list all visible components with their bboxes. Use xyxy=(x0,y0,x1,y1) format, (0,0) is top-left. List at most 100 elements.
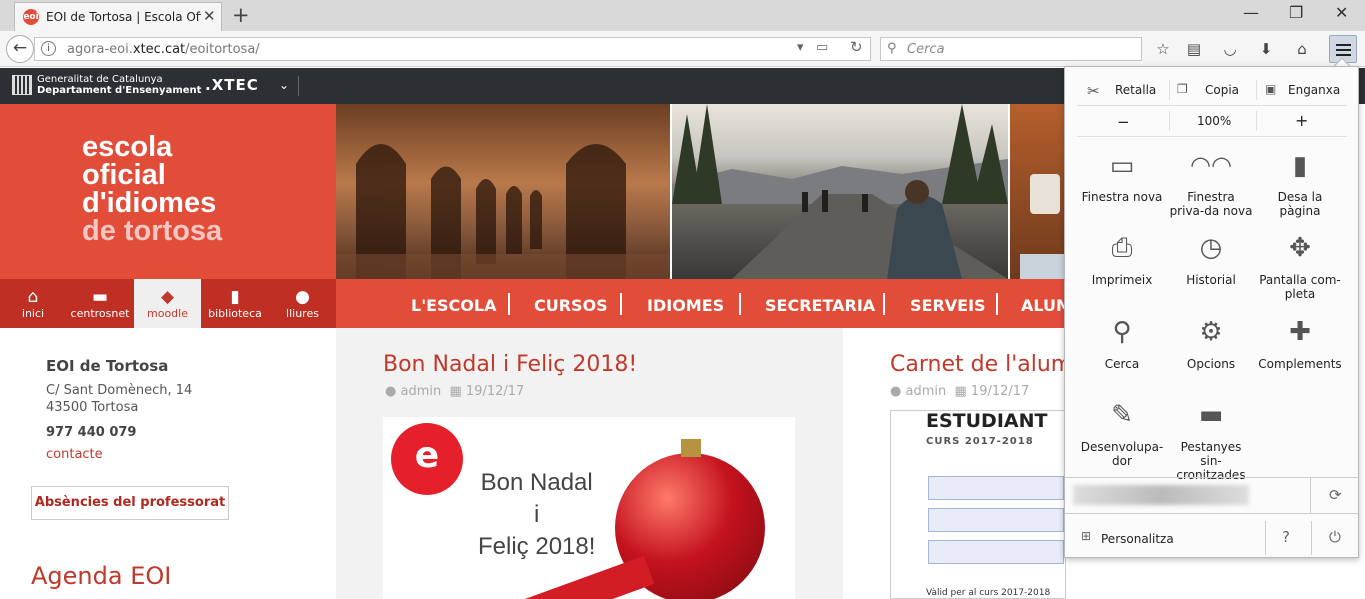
post-title[interactable]: Carnet de l'alumn xyxy=(890,352,1086,377)
post-meta: ● admin ▦ 19/12/17 xyxy=(890,384,1030,399)
home-icon[interactable]: ⌂ xyxy=(1290,38,1314,60)
card-heading: ESTUDIANT xyxy=(926,410,1048,432)
main-nav: L'ESCOLA CURSOS IDIOMES SECRETARIA SERVE… xyxy=(336,279,1072,328)
back-arrow-icon[interactable]: ← xyxy=(6,35,34,63)
pocket-icon[interactable]: ◡ xyxy=(1218,38,1242,60)
zoom-out-button[interactable]: − xyxy=(1117,113,1130,131)
globe-icon: ● xyxy=(295,287,310,307)
nav-idiomes[interactable]: IDIOMES xyxy=(647,296,724,315)
sync-account-blurred[interactable] xyxy=(1073,485,1249,505)
download-icon[interactable]: ⬇ xyxy=(1254,38,1278,60)
wrench-icon: ✎ xyxy=(1111,400,1133,430)
scissors-icon: ✂ xyxy=(1087,82,1100,100)
quicklink-moodle[interactable]: ◆ moodle xyxy=(134,279,201,328)
nav-separator xyxy=(508,293,510,315)
help-icon[interactable]: ? xyxy=(1282,528,1290,546)
paste-button[interactable]: Enganxa xyxy=(1288,83,1340,97)
restore-icon[interactable]: ❐ xyxy=(1289,3,1303,22)
xtec-brand[interactable]: .XTEC xyxy=(205,76,259,94)
nav-separator xyxy=(739,293,741,315)
phone: 977 440 079 xyxy=(46,425,137,440)
post-title[interactable]: Bon Nadal i Feliç 2018! xyxy=(383,352,637,377)
site-info-icon[interactable]: i xyxy=(41,41,56,56)
user-icon: ● xyxy=(385,384,397,399)
card-text-1: Bon Nadal xyxy=(480,469,593,496)
bookmarks-list-icon[interactable]: ▤ xyxy=(1182,38,1206,60)
save-page-icon: ▮ xyxy=(1292,151,1308,181)
copy-icon: ❐ xyxy=(1177,82,1188,96)
book-icon: ▮ xyxy=(230,287,240,307)
paste-icon: ▣ xyxy=(1265,82,1277,96)
user-icon: ● xyxy=(890,384,902,399)
nav-secretaria[interactable]: SECRETARIA xyxy=(765,296,875,315)
quick-links-bar: ⌂ inici ▬ centrosnet ◆ moodle ▮ bibliote… xyxy=(0,279,336,328)
fullscreen-icon: ✥ xyxy=(1289,233,1311,263)
tab-close-icon[interactable]: ✕ xyxy=(203,7,216,25)
agenda-title: Agenda EOI xyxy=(31,562,172,590)
absence-button[interactable]: Absències del professorat xyxy=(31,486,229,520)
chevron-down-icon[interactable]: ⌄ xyxy=(279,78,289,92)
nav-separator xyxy=(883,293,885,315)
quicklink-centrosnet[interactable]: ▬ centrosnet xyxy=(67,279,133,328)
card-subheading: CURS 2017-2018 xyxy=(926,436,1034,447)
url-bar[interactable]: i agora-eoi.xtec.cat/eoitortosa/ xyxy=(34,37,871,61)
quicklink-biblioteca[interactable]: ▮ biblioteca xyxy=(202,279,268,328)
cut-button[interactable]: Retalla xyxy=(1115,83,1156,97)
card-footer: Vàlid per al curs 2017-2018 xyxy=(926,588,1051,598)
power-icon[interactable]: ⏻ xyxy=(1329,528,1341,546)
quicklink-lliures[interactable]: ● lliures xyxy=(269,279,336,328)
synced-tabs-icon: ▬ xyxy=(1198,400,1224,430)
ornament-cap xyxy=(681,439,701,457)
school-logo[interactable]: escola oficial d'idiomes de tortosa xyxy=(82,133,222,246)
reload-icon[interactable]: ↻ xyxy=(850,38,863,56)
minimize-icon[interactable]: — xyxy=(1243,3,1259,22)
customize-button[interactable]: Personalitza xyxy=(1101,532,1174,546)
puzzle-icon: ✚ xyxy=(1289,317,1311,347)
private-mask-icon: ◠◠ xyxy=(1190,151,1232,179)
url-text[interactable]: agora-eoi.xtec.cat/eoitortosa/ xyxy=(67,42,260,57)
post-image-student-card[interactable]: ESTUDIANT CURS 2017-2018 Vàlid per al cu… xyxy=(890,410,1066,599)
calendar-icon: ▦ xyxy=(449,384,462,399)
card-text-2: i xyxy=(534,501,540,528)
printer-icon: ⎙ xyxy=(1111,233,1133,263)
eoi-logo-icon: e xyxy=(391,423,463,495)
home-icon: ⌂ xyxy=(27,287,39,307)
zoom-level[interactable]: 100% xyxy=(1197,114,1231,128)
contact-link[interactable]: contacte xyxy=(46,446,103,463)
nav-cursos[interactable]: CURSOS xyxy=(534,296,608,315)
nav-serveis[interactable]: SERVEIS xyxy=(910,296,986,315)
search-icon: ⚲ xyxy=(887,41,897,56)
graduation-cap-icon: ◆ xyxy=(160,287,175,307)
reader-view-icon[interactable]: ▭ xyxy=(816,40,828,55)
calendar-icon: ▦ xyxy=(954,384,967,399)
bookmark-star-icon[interactable]: ☆ xyxy=(1151,38,1175,60)
quicklink-inici[interactable]: ⌂ inici xyxy=(0,279,66,328)
card-text-3: Feliç 2018! xyxy=(478,533,596,560)
post-meta: ● admin ▦ 19/12/17 xyxy=(385,384,525,399)
gear-icon: ⚙ xyxy=(1199,317,1223,347)
active-tab[interactable]: eoi EOI de Tortosa | Escola Ofi... ✕ xyxy=(14,2,222,31)
dropdown-arrow-icon[interactable]: ▾ xyxy=(797,40,804,55)
gencat-text[interactable]: Generalitat de Catalunya Departament d'E… xyxy=(37,74,201,96)
plus-icon: ⊞ xyxy=(1081,529,1092,543)
new-tab-icon[interactable]: + xyxy=(232,3,250,27)
copy-button[interactable]: Copia xyxy=(1205,83,1239,97)
close-icon[interactable]: ✕ xyxy=(1335,3,1348,22)
new-window-icon: ▭ xyxy=(1109,151,1135,181)
search-input[interactable]: ⚲ Cerca xyxy=(880,37,1142,61)
coffee-laptop-photo xyxy=(1010,104,1066,279)
nav-separator xyxy=(996,293,998,315)
travelers-road-photo xyxy=(672,104,1008,279)
tab-title: EOI de Tortosa | Escola Ofi... xyxy=(46,10,201,24)
sync-icon[interactable]: ⟳ xyxy=(1329,486,1342,504)
nav-escola[interactable]: L'ESCOLA xyxy=(411,296,496,315)
folder-icon: ▬ xyxy=(91,287,109,307)
zoom-in-button[interactable]: + xyxy=(1295,111,1308,130)
sidebar-title: EOI de Tortosa xyxy=(46,357,169,375)
cloister-photo xyxy=(336,104,670,279)
post-image-christmas[interactable]: e Bon Nadal i Feliç 2018! xyxy=(383,417,795,599)
search-icon: ⚲ xyxy=(1112,317,1132,347)
gencat-logo-icon[interactable] xyxy=(12,75,32,95)
app-menu-panel: ✂ Retalla ❐ Copia ▣ Enganxa − 100% + ▭ F… xyxy=(1064,66,1359,558)
divider xyxy=(298,76,299,96)
